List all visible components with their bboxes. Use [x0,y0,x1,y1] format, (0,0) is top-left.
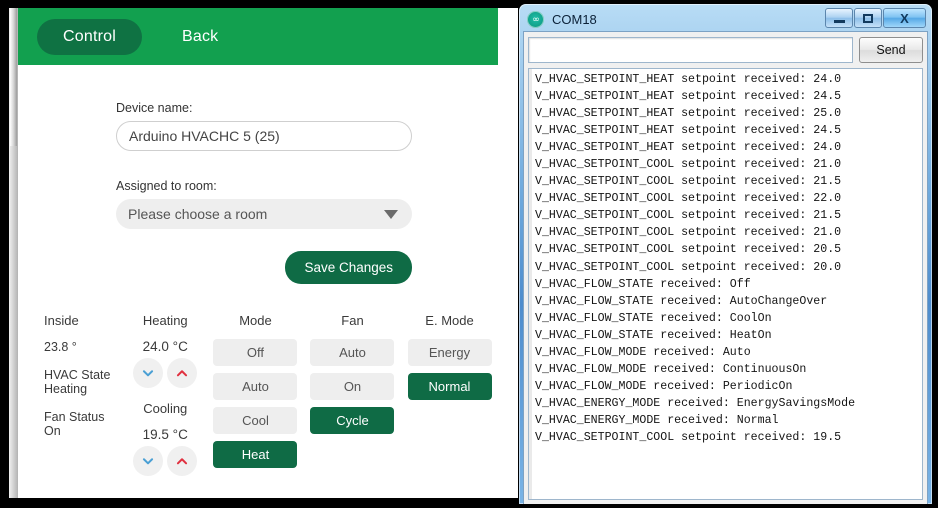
chevron-down-icon [384,209,398,219]
log-line: V_HVAC_SETPOINT_HEAT setpoint received: … [535,73,842,86]
log-line: V_HVAC_SETPOINT_COOL setpoint received: … [535,430,842,444]
fan-option-on[interactable]: On [310,373,395,400]
app-header: Control Back [18,8,498,65]
serial-send-input[interactable] [528,37,853,63]
arduino-logo-icon: ∞ [527,11,544,28]
minimize-button[interactable] [825,8,853,28]
log-line: V_HVAC_SETPOINT_COOL setpoint received: … [535,175,842,189]
energy-mode-column: E. Mode Energy Normal [401,313,498,485]
save-changes-button[interactable]: Save Changes [285,251,412,284]
app-scrollbar-thumb[interactable] [10,8,17,146]
log-line: V_HVAC_SETPOINT_HEAT setpoint received: … [535,141,842,155]
mode-column: Mode Off Auto Cool Heat [207,313,304,485]
fan-label: Fan [341,313,364,328]
mode-option-heat[interactable]: Heat [213,441,298,468]
log-line: V_HVAC_ENERGY_MODE received: EnergySavin… [535,396,856,410]
serial-log-area[interactable]: V_HVAC_SETPOINT_HEAT setpoint received: … [528,68,923,500]
cooling-steppers [133,446,198,476]
controls-grid: Inside 23.8 ° HVAC State Heating Fan Sta… [18,313,498,485]
window-buttons: X [824,8,926,28]
chevron-down-icon [143,370,154,377]
log-line: V_HVAC_SETPOINT_HEAT setpoint received: … [535,90,842,104]
maximize-button[interactable] [854,8,882,28]
log-line: V_HVAC_SETPOINT_COOL setpoint received: … [535,243,842,257]
log-line: V_HVAC_FLOW_STATE received: CoolOn [535,311,772,325]
cooling-label: Cooling [143,401,188,416]
assigned-room-label: Assigned to room: [116,179,217,193]
mode-label: Mode [239,313,272,328]
cooling-value: 19.5 °C [142,427,188,442]
heating-steppers [133,358,198,388]
log-line: V_HVAC_SETPOINT_COOL setpoint received: … [535,192,842,206]
send-button[interactable]: Send [859,37,923,63]
log-line: V_HVAC_FLOW_MODE received: PeriodicOn [535,379,793,393]
close-icon: X [900,10,909,26]
hvac-control-app: Control Back Device name: Arduino HVACHC… [9,8,518,498]
log-line: V_HVAC_ENERGY_MODE received: Normal [535,413,779,427]
device-form: Device name: Arduino HVACHC 5 (25) Assig… [18,65,498,284]
close-button[interactable]: X [883,8,926,28]
inside-label: Inside [44,313,79,328]
tab-control[interactable]: Control [37,18,142,55]
chevron-down-icon [143,458,154,465]
device-name-label: Device name: [116,101,193,115]
log-left-gutter [529,69,532,499]
cooling-decrease-button[interactable] [133,446,164,476]
fan-status-value: On [44,424,61,438]
cooling-increase-button[interactable] [167,446,198,476]
device-name-input[interactable]: Arduino HVACHC 5 (25) [116,121,412,151]
log-line: V_HVAC_FLOW_STATE received: AutoChangeOv… [535,294,828,308]
chevron-up-icon [177,370,188,377]
heating-label: Heating [142,313,188,328]
inside-value: 23.8 ° [44,340,77,354]
setpoint-column: Heating 24.0 °C Cooling 19.5 °C [124,313,207,485]
heating-increase-button[interactable] [167,358,198,388]
assigned-room-value: Please choose a room [128,206,268,222]
fan-option-cycle[interactable]: Cycle [310,407,395,434]
log-line: V_HVAC_SETPOINT_COOL setpoint received: … [535,226,842,240]
log-line: V_HVAC_SETPOINT_HEAT setpoint received: … [535,107,842,121]
log-line: V_HVAC_FLOW_STATE received: HeatOn [535,328,772,342]
window-title: COM18 [552,12,597,27]
maximize-icon [863,13,873,23]
serial-monitor-window: ∞ COM18 X Send V_HVAC_SETPOINT_HEAT setp… [519,4,932,504]
energy-mode-label: E. Mode [425,313,474,328]
tab-back[interactable]: Back [156,19,244,55]
mode-option-off[interactable]: Off [213,339,298,366]
log-line: V_HVAC_FLOW_STATE received: Off [535,277,751,291]
minimize-icon [833,19,845,23]
app-scrollbar[interactable] [9,8,18,498]
send-row: Send [528,37,923,63]
log-line: V_HVAC_SETPOINT_HEAT setpoint received: … [535,124,842,138]
mode-option-auto[interactable]: Auto [213,373,298,400]
chevron-up-icon [177,458,188,465]
log-line: V_HVAC_SETPOINT_COOL setpoint received: … [535,209,842,223]
fan-option-auto[interactable]: Auto [310,339,395,366]
status-column: Inside 23.8 ° HVAC State Heating Fan Sta… [44,313,124,485]
log-line: V_HVAC_SETPOINT_COOL setpoint received: … [535,158,842,172]
app-body: Control Back Device name: Arduino HVACHC… [18,8,498,498]
log-line: V_HVAC_FLOW_MODE received: ContinuousOn [535,362,807,376]
serial-log-lines: V_HVAC_SETPOINT_HEAT setpoint received: … [529,69,922,446]
fan-column: Fan Auto On Cycle [304,313,401,485]
energy-mode-option-normal[interactable]: Normal [407,373,492,400]
heating-decrease-button[interactable] [133,358,164,388]
hvac-state-value: Heating [44,382,88,396]
log-line: V_HVAC_FLOW_MODE received: Auto [535,345,751,359]
assigned-room-select[interactable]: Please choose a room [116,199,412,229]
serial-monitor-client: Send V_HVAC_SETPOINT_HEAT setpoint recei… [523,31,928,504]
energy-mode-option-energy[interactable]: Energy [407,339,492,366]
log-line: V_HVAC_SETPOINT_COOL setpoint received: … [535,260,842,274]
heating-value: 24.0 °C [142,339,188,354]
serial-monitor-title-bar[interactable]: ∞ COM18 X [523,8,928,31]
screen: Control Back Device name: Arduino HVACHC… [0,0,938,508]
mode-option-cool[interactable]: Cool [213,407,298,434]
